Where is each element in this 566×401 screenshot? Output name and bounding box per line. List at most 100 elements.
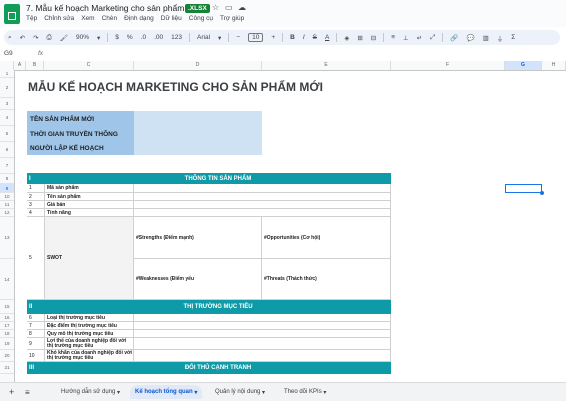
redo-icon[interactable]: ↷	[33, 34, 38, 42]
section-2-header[interactable]: THỊ TRƯỜNG MỤC TIÊU	[45, 300, 391, 314]
move-icon[interactable]: ▭	[225, 3, 233, 12]
menu-tools[interactable]: Công cụ	[189, 15, 213, 25]
link-icon[interactable]: 🔗	[450, 34, 458, 42]
section-1-header[interactable]: THÔNG TIN SẢN PHẨM	[45, 173, 391, 184]
decrease-decimal-button[interactable]: .0	[141, 34, 146, 41]
menu-format[interactable]: Định dạng	[124, 15, 154, 25]
swot-label[interactable]: SWOT	[45, 217, 134, 300]
row-header-18[interactable]: 18	[0, 330, 14, 338]
swot-strengths[interactable]: #Strengths (Điểm mạnh)	[134, 217, 262, 259]
row-header-15[interactable]: 15	[0, 300, 14, 314]
item-label[interactable]: Quy mô thị trường mục tiêu	[45, 330, 134, 338]
italic-icon[interactable]: I	[303, 34, 305, 41]
item-label[interactable]: Tính năng	[45, 209, 134, 217]
value-product-name[interactable]	[134, 111, 262, 127]
item-value[interactable]	[134, 184, 391, 193]
row-header-6[interactable]: 6	[0, 142, 14, 158]
item-value[interactable]	[134, 322, 391, 330]
swot-weaknesses[interactable]: #Weaknesses (Điểm yếu	[134, 259, 262, 300]
section-1-number[interactable]: I	[27, 173, 45, 184]
text-color-icon[interactable]: A	[325, 34, 329, 41]
row-header-17[interactable]: 17	[0, 322, 14, 330]
column-header-f[interactable]: F	[391, 61, 505, 70]
percent-format-button[interactable]: %	[127, 34, 133, 41]
column-header-a[interactable]: A	[14, 61, 26, 70]
strikethrough-icon[interactable]: S	[313, 34, 317, 41]
name-box[interactable]: G9	[4, 50, 13, 57]
chart-icon[interactable]: ▥	[483, 34, 489, 42]
item-number[interactable]: 6	[27, 314, 45, 322]
paint-format-icon[interactable]: 🖌	[60, 34, 68, 42]
item-value[interactable]	[134, 330, 391, 338]
menu-view[interactable]: Xem	[81, 15, 94, 25]
borders-icon[interactable]: ⊞	[357, 34, 362, 42]
row-header-20[interactable]: 20	[0, 350, 14, 362]
item-number[interactable]: 2	[27, 193, 45, 201]
sheet-tab-content[interactable]: Quản lý nội dung ▾	[210, 385, 270, 399]
row-header-4[interactable]: 4	[0, 110, 14, 126]
item-label[interactable]: Tên sản phẩm	[45, 193, 134, 201]
number-format-button[interactable]: 123	[171, 34, 182, 41]
item-label[interactable]: Mã sản phẩm	[45, 184, 134, 193]
row-header-7[interactable]: 7	[0, 158, 14, 174]
text-rotate-icon[interactable]: ⤢	[430, 34, 435, 42]
item-number[interactable]: 1	[27, 184, 45, 193]
row-header-19[interactable]: 19	[0, 338, 14, 350]
section-3-header[interactable]: ĐỐI THỦ CẠNH TRANH	[45, 362, 391, 374]
row-header-13[interactable]: 13	[0, 217, 14, 259]
row-header-3[interactable]: 3	[0, 98, 14, 110]
all-sheets-icon[interactable]: ≡	[20, 385, 35, 399]
document-title[interactable]: 7. Mẫu kế hoạch Marketing cho sản phẩm m…	[26, 3, 201, 13]
swot-threats[interactable]: #Threats (Thách thức)	[262, 259, 391, 300]
item-label[interactable]: Khó khăn của doanh nghiệp đối với thị tr…	[45, 350, 134, 362]
item-number[interactable]: 5	[27, 217, 45, 300]
row-header-12[interactable]: 12	[0, 209, 14, 217]
label-product-name[interactable]: TÊN SẢN PHẨM MỚI	[27, 111, 134, 127]
label-campaign-time[interactable]: THỜI GIAN TRUYỀN THÔNG	[27, 127, 134, 141]
column-header-e[interactable]: E	[262, 61, 391, 70]
horizontal-align-icon[interactable]: ≡	[391, 34, 395, 41]
item-number[interactable]: 8	[27, 330, 45, 338]
item-value[interactable]	[134, 209, 391, 217]
cloud-status-icon[interactable]: ☁	[238, 3, 246, 12]
row-header-16[interactable]: 16	[0, 314, 14, 322]
functions-icon[interactable]: Σ	[511, 34, 515, 41]
column-header-c[interactable]: C	[44, 61, 134, 70]
vertical-align-icon[interactable]: ⊥	[403, 34, 409, 42]
search-menus-icon[interactable]: ⌕	[8, 34, 12, 42]
row-header-5[interactable]: 5	[0, 126, 14, 142]
row-header-11[interactable]: 11	[0, 201, 14, 209]
item-number[interactable]: 3	[27, 201, 45, 209]
row-header-9[interactable]: 9	[0, 184, 14, 193]
undo-icon[interactable]: ↶	[20, 34, 25, 42]
print-icon[interactable]: ⎙	[47, 34, 52, 42]
fill-color-icon[interactable]: ◈	[344, 34, 349, 42]
row-header-2[interactable]: 2	[0, 78, 14, 98]
menu-edit[interactable]: Chỉnh sửa	[44, 15, 74, 25]
row-header-8[interactable]: 8	[0, 174, 14, 184]
active-cell-selection[interactable]	[505, 184, 542, 193]
row-header-14[interactable]: 14	[0, 259, 14, 300]
column-header-d[interactable]: D	[134, 61, 262, 70]
sheets-logo-icon[interactable]	[4, 4, 20, 24]
row-header-1[interactable]: 1	[0, 70, 14, 78]
zoom-select[interactable]: 90%	[76, 34, 89, 41]
text-wrap-icon[interactable]: ↵	[417, 34, 422, 42]
sheet-tab-overview[interactable]: Kế hoạch tổng quan ▾	[130, 385, 203, 399]
item-number[interactable]: 4	[27, 209, 45, 217]
comment-icon[interactable]: 💬	[466, 34, 474, 42]
menu-file[interactable]: Tệp	[26, 15, 37, 25]
filter-icon[interactable]: ⏚	[497, 33, 504, 43]
item-label[interactable]: Lợi thế của doanh nghiệp đối với thị trư…	[45, 338, 134, 350]
item-value[interactable]	[134, 350, 391, 362]
value-campaign-time[interactable]	[134, 127, 262, 141]
fill-handle[interactable]	[540, 191, 544, 195]
sheet-tab-guide[interactable]: Hướng dẫn sử dụng ▾	[56, 385, 125, 399]
font-select[interactable]: Arial	[197, 34, 210, 41]
item-number[interactable]: 9	[27, 338, 45, 350]
item-value[interactable]	[134, 201, 391, 209]
add-sheet-icon[interactable]: +	[4, 385, 19, 399]
merge-cells-icon[interactable]: ⊟	[371, 34, 376, 42]
currency-format-button[interactable]: $	[115, 34, 119, 41]
star-icon[interactable]: ☆	[212, 3, 219, 12]
